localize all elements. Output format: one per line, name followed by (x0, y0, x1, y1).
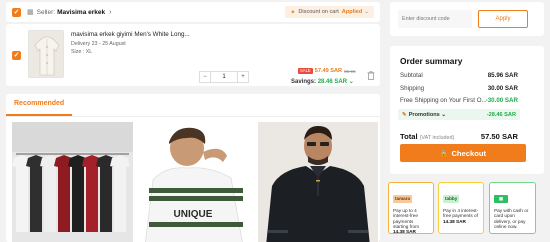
discount-applied-pill[interactable]: ✦ Discount on cart Applied ⌄ (285, 6, 374, 18)
subtotal-label: Subtotal (400, 72, 423, 79)
free-shipping-value: -30.00 SAR (485, 97, 518, 104)
item-title[interactable]: mavisima erkek giyimi Men's White Long..… (71, 31, 190, 38)
shipping-value: 30.00 SAR (487, 85, 518, 92)
product-image-model-white-tee: UNIQUE (135, 122, 255, 242)
payment-option-tamara[interactable]: tamara Pay up to 4 interest-free payment… (388, 182, 434, 234)
tabby-amount: 14.38 SAR (443, 218, 466, 224)
shipping-label: Shipping (400, 85, 425, 92)
payment-option-tabby[interactable]: tabby Pay in 4 interest-free payments of… (438, 182, 484, 234)
product-image-tshirts-rack (12, 122, 133, 242)
seller-name[interactable]: Mavisima erkek (57, 9, 105, 16)
quantity-value[interactable]: 1 (211, 71, 237, 83)
chevron-down-icon: ⌄ (364, 9, 369, 15)
tabby-logo: tabby (443, 194, 460, 203)
promotions-row[interactable]: ✎ Promotions ⌄ -28.46 SAR (398, 109, 520, 120)
product-image-model-black-polo (258, 122, 378, 242)
vat-label: (VAT included) (419, 135, 455, 141)
store-icon: ▦ (27, 9, 34, 16)
checkout-button[interactable]: 🔒 Checkout (400, 144, 526, 162)
product-card[interactable] (12, 122, 133, 242)
trash-icon[interactable] (367, 71, 375, 80)
product-card[interactable] (258, 122, 378, 242)
current-price: 57.49 SAR (314, 68, 343, 74)
subtotal-value: 85.96 SAR (487, 72, 518, 79)
discount-pill-text: Discount on cart (298, 9, 339, 15)
savings: Savings: 28.46 SAR ⌄ (291, 78, 354, 85)
subtotal-row: Subtotal 85.96 SAR (400, 72, 518, 79)
order-summary-title: Order summary (400, 56, 463, 66)
total-label: Total (400, 132, 418, 141)
checkout-label: Checkout (451, 148, 487, 158)
savings-value: 28.46 SAR (317, 79, 348, 85)
chevron-down-icon: ⌄ (441, 111, 447, 118)
seller-card: ✓ ▦ Seller: Mavisima erkek › ✦ Discount … (6, 2, 380, 22)
coupon-card: Apply (390, 2, 544, 36)
decrease-quantity-button[interactable]: − (199, 71, 211, 83)
cart-page: ✓ ▦ Seller: Mavisima erkek › ✦ Discount … (0, 0, 550, 242)
tshirt-print-text: UNIQUE (174, 209, 213, 220)
lock-icon: 🔒 (439, 150, 448, 157)
seller-checkbox[interactable]: ✓ (12, 7, 21, 17)
product-card[interactable]: UNIQUE (135, 122, 255, 242)
tamara-amount: 14.38 SAR (393, 229, 416, 235)
quantity-stepper: − 1 + (199, 71, 249, 83)
discount-pill-status: Applied (341, 9, 363, 15)
savings-label: Savings: (291, 79, 317, 85)
tamara-text: Pay up to 4 interest-free payments start… (393, 208, 420, 229)
price-row: SALE 57.49 SAR 85.96 (298, 68, 356, 74)
cash-icon: ▣ (494, 195, 508, 203)
seller-label: Seller: (36, 8, 56, 16)
ticket-icon: ✎ (402, 111, 407, 118)
order-summary: Order summary Subtotal 85.96 SAR Shippin… (390, 46, 544, 174)
cod-text: Pay with cash or card upon delivery, or … (494, 208, 529, 229)
increase-quantity-button[interactable]: + (237, 71, 249, 83)
item-thumbnail[interactable] (28, 30, 64, 78)
discount-tag-icon: ✦ (290, 9, 296, 16)
item-size: Size : XL (71, 49, 93, 55)
apply-button[interactable]: Apply (478, 10, 528, 28)
free-shipping-label: Free Shipping on Your First O... (400, 97, 486, 104)
total-value: 57.50 SAR (480, 132, 518, 141)
recommended-section: Recommended UNIQUE (6, 94, 380, 242)
item-checkbox[interactable]: ✓ (12, 51, 21, 60)
item-delivery: Delivery 23 - 25 August (71, 41, 126, 47)
tab-recommended[interactable]: Recommended (14, 100, 64, 107)
sale-badge: SALE (298, 68, 313, 74)
promotions-label: Promotions (408, 111, 440, 118)
cart-item: ✓ mavisima erkek giyimi Men's White Long… (6, 24, 380, 86)
tamara-logo: tamara (393, 194, 413, 203)
free-shipping-row: Free Shipping on Your First O... -30.00 … (400, 97, 518, 104)
chevron-right-icon: › (109, 8, 112, 16)
discount-code-input[interactable] (398, 10, 472, 28)
original-price: 85.96 (344, 68, 356, 74)
chevron-down-icon: ⌄ (348, 79, 354, 85)
divider (6, 116, 380, 117)
shipping-row: Shipping 30.00 SAR (400, 85, 518, 92)
total-row: Total (VAT included) 57.50 SAR (400, 132, 518, 141)
promotions-value: -28.46 SAR (486, 111, 516, 118)
tabby-text: Pay in 4 interest-free payments of (443, 208, 479, 219)
payment-option-cash-on-delivery[interactable]: ▣ Pay with cash or card upon delivery, o… (489, 182, 536, 234)
